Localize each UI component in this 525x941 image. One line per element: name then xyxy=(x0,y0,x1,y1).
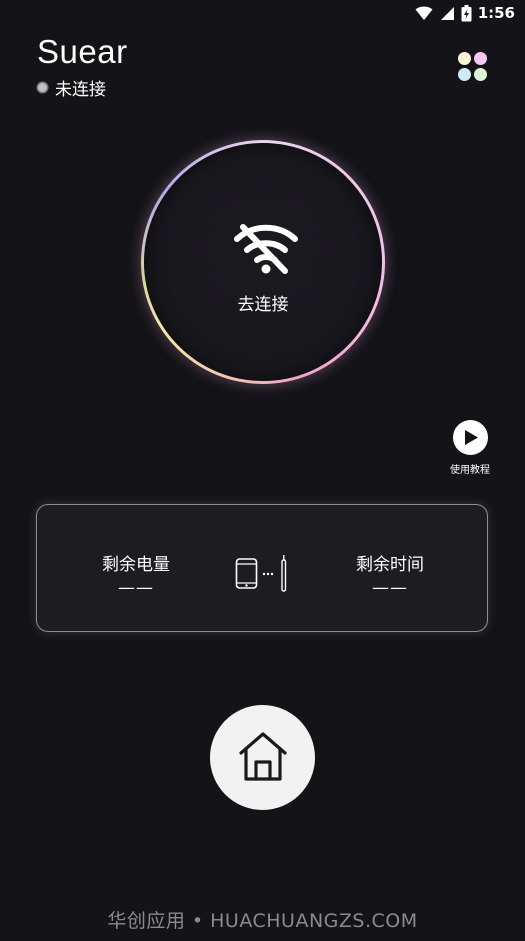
tutorial-label: 使用教程 xyxy=(450,465,490,476)
phone-earpick-link-icon xyxy=(235,555,287,592)
battery-metric: 剩余电量 —— xyxy=(81,550,191,598)
connection-status: 未连接 xyxy=(37,75,128,100)
wifi-icon xyxy=(415,6,433,20)
connect-label: 去连接 xyxy=(237,295,289,315)
tutorial-button[interactable]: 使用教程 xyxy=(446,420,494,476)
status-dot-icon xyxy=(38,83,47,92)
signal-icon xyxy=(440,6,454,20)
connect-button-inner: 去连接 xyxy=(144,143,382,381)
time-value: —— xyxy=(372,578,408,598)
connect-button[interactable]: 去连接 xyxy=(141,140,385,384)
four-dots-grid-icon[interactable] xyxy=(458,52,488,82)
time-label: 剩余时间 xyxy=(356,555,424,575)
battery-label: 剩余电量 xyxy=(102,555,170,575)
home-button[interactable] xyxy=(210,705,315,810)
connection-status-label: 未连接 xyxy=(55,80,106,100)
status-time: 1:56 xyxy=(477,4,515,22)
battery-value: —— xyxy=(118,578,154,598)
wifi-off-icon xyxy=(234,224,298,274)
battery-card: 剩余电量 —— 剩余时间 —— xyxy=(36,504,488,632)
app-title: Suear xyxy=(37,33,128,70)
header: Suear 未连接 xyxy=(37,33,128,101)
battery-icon xyxy=(461,4,472,21)
time-metric: 剩余时间 —— xyxy=(335,550,445,598)
status-icons: 1:56 xyxy=(415,4,515,22)
home-icon xyxy=(239,732,287,781)
tutorial-play-button[interactable] xyxy=(452,420,488,455)
watermark: 华创应用 • HUACHUANGZS.COM xyxy=(107,910,418,932)
play-icon xyxy=(464,430,478,445)
status-bar: 1:56 xyxy=(0,0,525,28)
